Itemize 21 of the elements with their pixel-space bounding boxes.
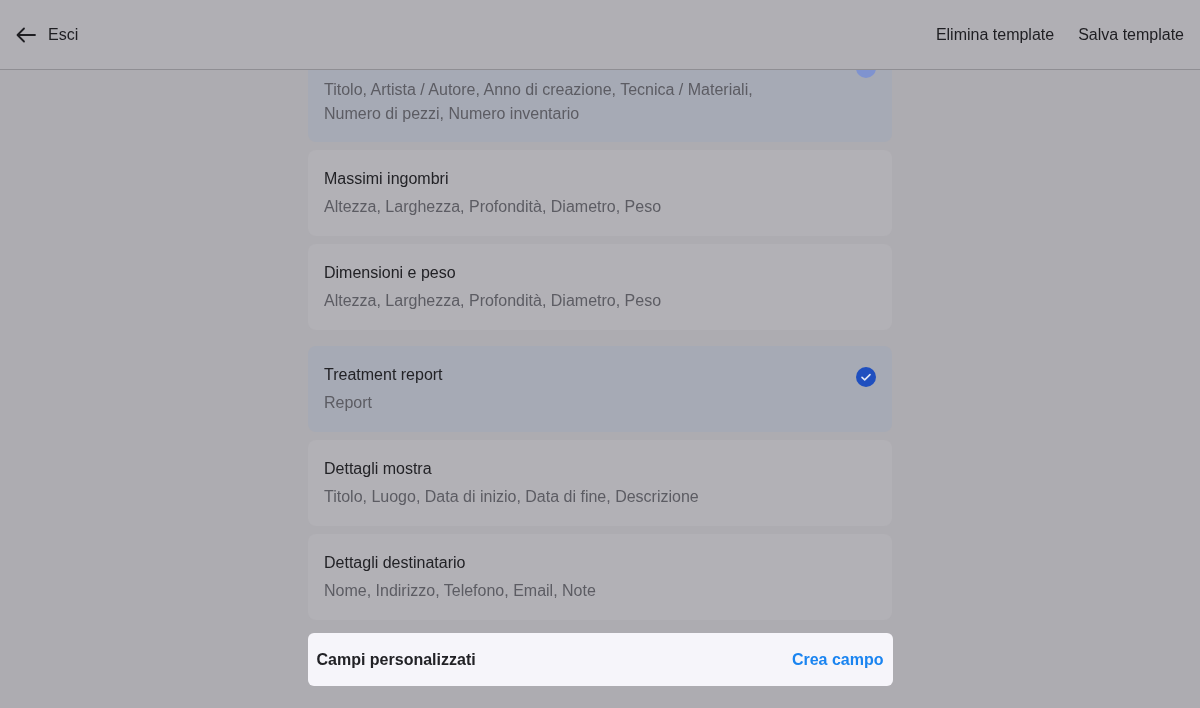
back-arrow-icon xyxy=(16,26,36,43)
section-fields: Nome, Indirizzo, Telefono, Email, Note xyxy=(324,579,596,603)
section-fields: Titolo, Artista / Autore, Anno di creazione, Tecnica / Materiali, Numero di pezzi, Numero inventario xyxy=(324,78,804,126)
section-card[interactable]: Dettagli mostra Titolo, Luogo, Data di inizio, Data di fine, Descrizione xyxy=(308,440,892,526)
section-title: Dimensioni e peso xyxy=(324,263,457,283)
section-card[interactable]: Dettagli destinatario Nome, Indirizzo, Telefono, Email, Note xyxy=(308,534,892,620)
section-fields: Altezza, Larghezza, Profondità, Diametro, Peso xyxy=(324,289,662,313)
section-title: Massimi ingombri xyxy=(324,169,450,189)
header-action-button[interactable]: Elimina template xyxy=(935,22,1055,47)
section-title: Dettagli destinatario xyxy=(324,553,467,573)
section-card[interactable]: Massimi ingombri Altezza, Larghezza, Profondità, Diametro, Peso xyxy=(308,150,892,236)
section-title: Dettagli mostra xyxy=(324,459,433,479)
header-action-button[interactable]: Salva template xyxy=(1078,22,1184,47)
custom-fields-label: Campi personalizzati xyxy=(316,649,476,670)
section-card[interactable]: Treatment report Report xyxy=(308,346,892,432)
section-fields: Titolo, Luogo, Data di inizio, Data di fine, Descrizione xyxy=(324,485,699,509)
back-button[interactable]: Esci xyxy=(16,22,79,47)
section-fields: Report xyxy=(324,391,443,415)
section-title: Treatment report xyxy=(324,365,443,385)
section-card[interactable]: Dimensioni e peso Altezza, Larghezza, Profondità, Diametro, Peso xyxy=(308,244,892,330)
section-fields: Altezza, Larghezza, Profondità, Diametro, Peso xyxy=(324,195,662,219)
